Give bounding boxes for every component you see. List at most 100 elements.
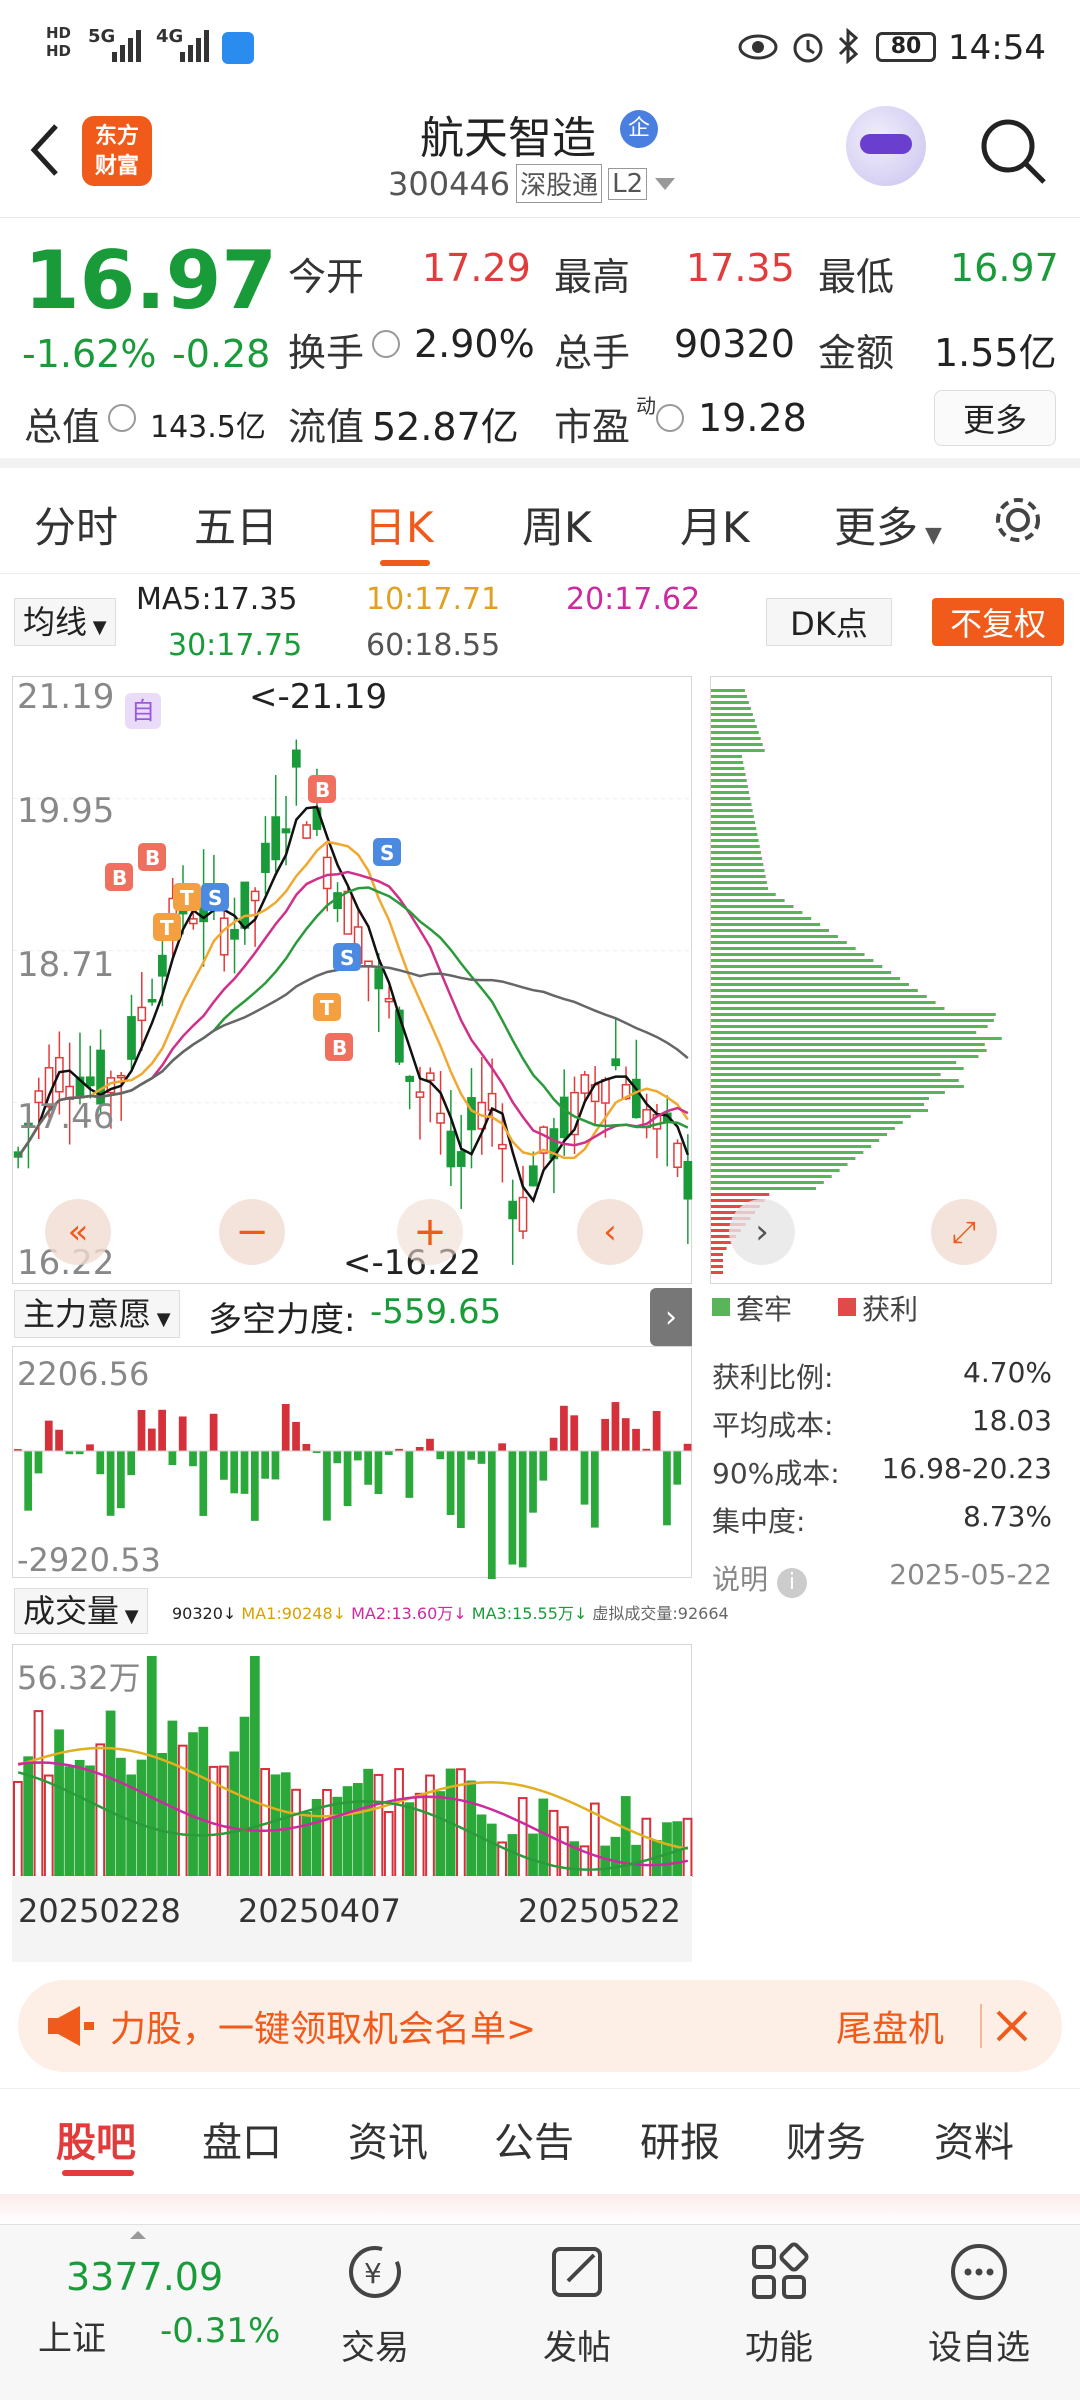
- chip-bar: [711, 833, 758, 836]
- tab-intraday[interactable]: 分时: [34, 494, 118, 555]
- promo-banner[interactable]: 力股，一键领取机会名单> 尾盘机: [18, 1980, 1062, 2072]
- volume-virtual: 虚拟成交量:92664: [592, 1604, 729, 1623]
- chip-bar: [711, 1265, 723, 1268]
- adjust-button[interactable]: 不复权: [932, 598, 1064, 646]
- change-pct: -1.62%: [22, 332, 157, 376]
- volume-bar: [414, 1792, 425, 1879]
- flow-bar: [487, 1451, 496, 1589]
- scroll-left-fast-button[interactable]: «: [45, 1199, 111, 1265]
- info-icon[interactable]: [372, 330, 400, 358]
- tab-guba[interactable]: 股吧: [56, 2110, 136, 2168]
- high-label: 最高: [554, 255, 631, 299]
- svg-text:B: B: [332, 1036, 347, 1060]
- nav-function[interactable]: 功能: [724, 2241, 834, 2369]
- candle-body: [559, 1096, 569, 1139]
- settings-gear-icon[interactable]: [988, 490, 1048, 550]
- collapse-icon[interactable]: [130, 2231, 146, 2239]
- zoom-in-button[interactable]: +: [397, 1199, 463, 1265]
- ma-selector[interactable]: 均线 ▼: [14, 598, 116, 646]
- expand-indicator-button[interactable]: ›: [650, 1288, 692, 1346]
- indicator-chart[interactable]: 2206.56 -2920.53: [12, 1346, 693, 1589]
- chip-bar: [711, 1031, 977, 1034]
- candle-body: [147, 999, 157, 1003]
- volume-chart[interactable]: 56.32万: [12, 1644, 693, 1879]
- chip-bar: [711, 995, 927, 998]
- amount-value: 1.55亿: [934, 331, 1057, 375]
- flow-bar: [250, 1451, 259, 1521]
- volume-bar: [280, 1772, 291, 1879]
- volume-ma1: MA1:90248↓: [241, 1604, 347, 1623]
- trade-marker: S: [373, 838, 401, 866]
- tab-more[interactable]: 更多 ▼: [834, 494, 942, 555]
- expand-icon[interactable]: ⤢: [931, 1199, 997, 1265]
- svg-text:S: S: [208, 886, 222, 910]
- tab-research[interactable]: 研报: [640, 2110, 720, 2168]
- tab-five-day[interactable]: 五日: [194, 494, 278, 555]
- nav-add-watchlist[interactable]: 设自选: [924, 2241, 1034, 2369]
- chip-bar: [711, 785, 748, 788]
- chip-bar: [711, 1259, 723, 1262]
- tab-pankou[interactable]: 盘口: [202, 2110, 282, 2168]
- banner-right-text: 尾盘机: [836, 2009, 945, 2050]
- robot-avatar[interactable]: [846, 106, 926, 186]
- close-icon[interactable]: [994, 2008, 1030, 2044]
- trade-marker: S: [333, 943, 361, 971]
- stock-name: 航天智造: [420, 113, 596, 164]
- chip-bar: [711, 917, 812, 920]
- nav-trade[interactable]: ¥ 交易: [320, 2241, 430, 2369]
- tab-daily-k[interactable]: 日K: [364, 494, 434, 555]
- chip-bar: [711, 821, 756, 824]
- indicator-selector[interactable]: 主力意愿 ▼: [14, 1290, 180, 1338]
- enterprise-badge: 企: [620, 110, 658, 148]
- float-label: 流值: [288, 405, 365, 449]
- tab-news[interactable]: 资讯: [348, 2110, 428, 2168]
- candle-body: [271, 816, 281, 861]
- self-select-marker: 自: [125, 693, 161, 729]
- search-icon[interactable]: [976, 114, 1050, 188]
- tab-announcement[interactable]: 公告: [494, 2110, 574, 2168]
- clock: 14:54: [948, 28, 1046, 68]
- chip-bar: [711, 1145, 872, 1148]
- high-marker: <-21.19: [249, 677, 388, 717]
- index-value[interactable]: 3377.09: [66, 2255, 223, 2299]
- more-button[interactable]: 更多: [934, 390, 1056, 446]
- back-icon[interactable]: [24, 120, 64, 180]
- volume-bar: [517, 1797, 528, 1879]
- stock-code: 300446: [388, 164, 511, 203]
- tab-profile[interactable]: 资料: [934, 2110, 1014, 2168]
- banner-divider: [980, 2004, 982, 2048]
- dk-point-button[interactable]: DK点: [766, 598, 892, 646]
- candle-body: [673, 1142, 682, 1168]
- candlestick-chart[interactable]: BBTTSBBSST 21.19 19.95 18.71 17.46 16.22…: [12, 676, 693, 1284]
- stock-code-row[interactable]: 300446 深股通 L2: [388, 164, 677, 203]
- svg-text:B: B: [112, 866, 127, 890]
- divider: [0, 2088, 1080, 2089]
- ma20-value: 20:17.62: [566, 582, 701, 617]
- chip-bar: [711, 1007, 945, 1010]
- svg-text:B: B: [145, 846, 160, 870]
- zoom-out-button[interactable]: −: [219, 1199, 285, 1265]
- turnover-value: 2.90%: [414, 322, 535, 366]
- trade-marker: T: [153, 913, 181, 941]
- flow-bar: [106, 1451, 115, 1516]
- nav-post[interactable]: 发帖: [522, 2241, 632, 2369]
- chip-distribution-chart[interactable]: › ⤢: [710, 676, 1052, 1284]
- volume-current: 90320↓: [172, 1604, 237, 1623]
- tab-finance[interactable]: 财务: [786, 2110, 866, 2168]
- tab-weekly-k[interactable]: 周K: [522, 494, 592, 555]
- tab-monthly-k[interactable]: 月K: [680, 494, 750, 555]
- chip-bar: [711, 707, 751, 710]
- chip-next-button[interactable]: ›: [729, 1199, 795, 1265]
- stock-header: 东方 财富 航天智造 企 300446 深股通 L2: [0, 92, 1080, 218]
- volume-bar: [229, 1751, 240, 1878]
- info-icon[interactable]: [108, 404, 136, 432]
- legend-trapped: 套牢: [736, 1293, 793, 1326]
- chip-bar: [711, 947, 856, 950]
- volume-selector[interactable]: 成交量 ▼: [14, 1588, 148, 1634]
- volume-bar: [43, 1774, 54, 1878]
- flow-bar: [405, 1451, 414, 1498]
- info-icon[interactable]: [656, 404, 684, 432]
- chip-bar: [711, 803, 752, 806]
- scroll-left-button[interactable]: ‹: [577, 1199, 643, 1265]
- chip-bar: [711, 1067, 964, 1070]
